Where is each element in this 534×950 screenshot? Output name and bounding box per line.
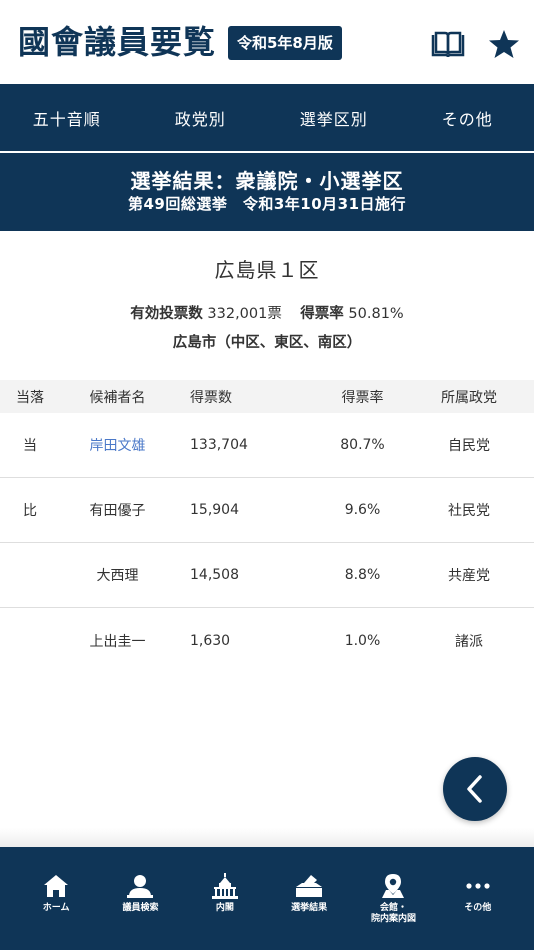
tab-other[interactable]: その他 bbox=[436, 847, 520, 950]
tab-label: 会館・ 院内案内図 bbox=[370, 903, 416, 924]
tab-label: 内閣 bbox=[215, 903, 234, 913]
candidate-name: 大西理 bbox=[96, 568, 139, 584]
diet-building-icon bbox=[211, 872, 239, 900]
edition-badge: 令和5年8月版 bbox=[228, 26, 342, 60]
ballot-box-icon bbox=[294, 872, 324, 900]
bottom-shade bbox=[0, 828, 534, 848]
rate-cell: 1.0% bbox=[344, 632, 381, 649]
tab-label: ホーム bbox=[42, 903, 70, 913]
district-stats: 有効投票数 332,001票 得票率 50.81% bbox=[0, 302, 534, 323]
nav-item-party[interactable]: 政党別 bbox=[134, 84, 268, 151]
header-result: 当落 bbox=[16, 389, 44, 406]
nav-item-gojuon[interactable]: 五十音順 bbox=[0, 84, 134, 151]
turnout-label: 有効投票数 bbox=[130, 306, 203, 322]
home-icon bbox=[43, 872, 69, 900]
table-row: 当 岸田文雄 133,704 80.7% 自民党 bbox=[0, 413, 534, 478]
district-name: 広島県１区 bbox=[214, 258, 320, 282]
votes-cell: 14,508 bbox=[190, 567, 239, 583]
bottom-tab-bar: ホーム 議員検索 内閣 選挙結果 会館・ 院内案内図 その他 bbox=[0, 847, 534, 950]
tab-cabinet[interactable]: 内閣 bbox=[183, 847, 267, 950]
rate-cell: 9.6% bbox=[344, 502, 381, 518]
candidate-name: 有田優子 bbox=[89, 503, 146, 519]
chevron-left-icon bbox=[467, 775, 482, 803]
header-party: 所属政党 bbox=[441, 389, 497, 406]
tab-label: その他 bbox=[464, 903, 492, 913]
nav-item-district[interactable]: 選挙区別 bbox=[267, 84, 401, 151]
nav-item-other[interactable]: その他 bbox=[401, 84, 534, 151]
votes-cell: 133,704 bbox=[190, 437, 248, 453]
table-row: 大西理 14,508 8.8% 共産党 bbox=[0, 543, 534, 608]
tab-home[interactable]: ホーム bbox=[14, 847, 98, 950]
more-icon bbox=[465, 872, 491, 900]
app-title: 國會議員要覧 bbox=[18, 23, 217, 61]
election-banner: 選挙結果：衆議院・小選挙区 第49回総選挙 令和3年10月31日施行 bbox=[0, 153, 534, 231]
table-row: 上出圭一 1,630 1.0% 諸派 bbox=[0, 608, 534, 673]
banner-title: 選挙結果：衆議院・小選挙区 bbox=[130, 169, 404, 193]
votes-cell: 15,904 bbox=[190, 502, 239, 518]
tab-election-results[interactable]: 選挙結果 bbox=[267, 847, 351, 950]
rate-label: 得票率 bbox=[300, 306, 344, 322]
tab-building-map[interactable]: 会館・ 院内案内図 bbox=[351, 847, 435, 950]
rate-cell: 80.7% bbox=[340, 437, 385, 453]
person-search-icon bbox=[126, 872, 154, 900]
result-cell: 当 bbox=[23, 438, 37, 454]
header-rate: 得票率 bbox=[341, 389, 384, 406]
book-icon[interactable] bbox=[428, 26, 468, 62]
party-cell: 共産党 bbox=[448, 568, 490, 584]
result-cell bbox=[0, 608, 60, 673]
result-cell bbox=[0, 543, 60, 607]
category-nav: 五十音順 政党別 選挙区別 その他 bbox=[0, 84, 534, 151]
tab-label: 議員検索 bbox=[122, 903, 159, 913]
rate-value: 50.81% bbox=[348, 306, 404, 322]
candidate-name-link[interactable]: 岸田文雄 bbox=[75, 413, 160, 477]
app-header: 國會議員要覧 令和5年8月版 bbox=[0, 0, 534, 84]
header-votes: 得票数 bbox=[190, 389, 232, 406]
result-cell: 比 bbox=[23, 503, 37, 519]
back-button[interactable] bbox=[443, 757, 507, 821]
party-cell: 諸派 bbox=[455, 633, 483, 650]
tab-member-search[interactable]: 議員検索 bbox=[98, 847, 182, 950]
banner-subtitle: 第49回総選挙 令和3年10月31日施行 bbox=[127, 195, 407, 213]
district-area: 広島市（中区、東区、南区） bbox=[172, 335, 362, 351]
table-row: 比 有田優子 15,904 9.6% 社民党 bbox=[0, 478, 534, 543]
header-candidate: 候補者名 bbox=[89, 389, 146, 406]
turnout-value: 332,001票 bbox=[207, 306, 282, 322]
tab-label: 選挙結果 bbox=[291, 903, 328, 913]
party-cell: 社民党 bbox=[448, 503, 490, 519]
votes-cell: 1,630 bbox=[190, 632, 231, 649]
party-cell: 自民党 bbox=[448, 438, 490, 454]
rate-cell: 8.8% bbox=[344, 567, 381, 583]
results-table-header: 当落 候補者名 得票数 得票率 所属政党 bbox=[0, 380, 534, 413]
star-icon[interactable] bbox=[484, 26, 524, 62]
map-pin-icon bbox=[379, 872, 407, 900]
candidate-name: 上出圭一 bbox=[89, 633, 146, 650]
